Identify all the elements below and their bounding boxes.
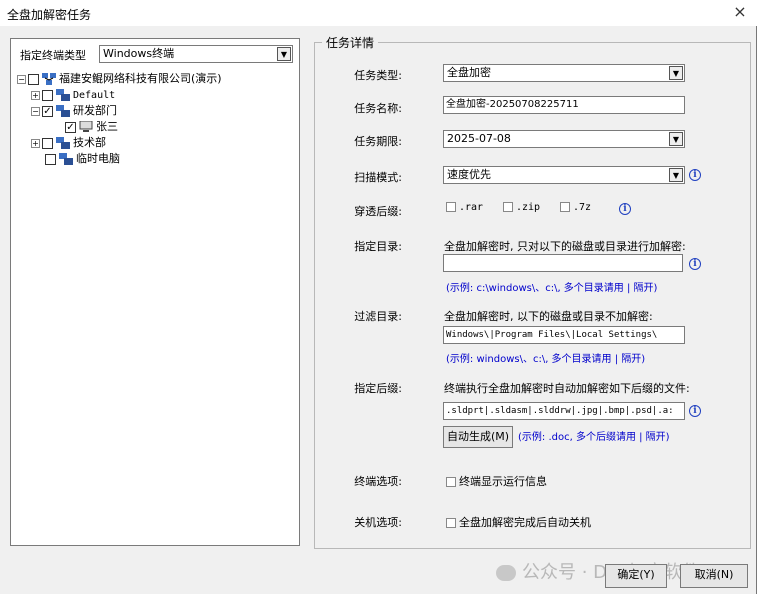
tree-node-default[interactable]: + Default [31,87,115,103]
tree-node-zhangsan[interactable]: ✓ 张三 [65,119,118,135]
task-deadline-picker[interactable]: 2025-07-08 ▼ [443,130,685,148]
info-icon[interactable]: i [689,405,701,417]
cancel-button[interactable]: 取消(N) [680,564,748,588]
dir-hint: (示例: c:\windows\、c:\, 多个目录请用 | 隔开) [446,283,658,294]
task-type-value: 全盘加密 [447,66,491,79]
close-button[interactable]: × [729,3,751,23]
tree-node-temp-pc[interactable]: 临时电脑 [45,151,120,167]
tree-checkbox[interactable] [42,137,53,149]
dialog-window: 全盘加解密任务 × 指定终端类型 Windows终端 ▼ − 福建安鲲网络科技有限… [0,0,757,594]
terminal-tree-panel: 指定终端类型 Windows终端 ▼ − 福建安鲲网络科技有限公司(演示) + De… [10,38,300,546]
dir-description: 全盘加解密时, 只对以下的磁盘或目录进行加解密: [444,240,686,253]
filter-description: 全盘加解密时, 以下的磁盘或目录不加解密: [444,310,653,323]
task-deadline-label: 任务期限: [354,135,402,148]
ext-description: 终端执行全盘加解密时自动加解密如下后缀的文件: [444,382,690,395]
checkbox[interactable] [446,518,456,528]
auto-generate-button[interactable]: 自动生成(M) [443,426,513,448]
collapse-icon[interactable]: − [17,74,26,84]
tree-checkbox[interactable] [45,153,56,165]
archive-zip-option[interactable]: .zip [503,202,540,213]
tree-node-label: 临时电脑 [76,152,120,165]
ok-button[interactable]: 确定(Y) [605,564,667,588]
terminal-option-label: 终端选项: [354,475,402,488]
task-name-label: 任务名称: [354,102,402,115]
chevron-down-icon: ▼ [277,47,291,61]
tree-node-label: 张三 [96,120,118,133]
tree-node-rd-dept[interactable]: − ✓ 研发部门 [31,103,117,119]
archive-rar-option[interactable]: .rar [446,202,483,213]
task-name-input[interactable]: 全盘加密-20250708225711 [443,96,685,114]
terminal-type-value: Windows终端 [103,47,175,60]
checkbox[interactable] [503,202,513,212]
terminal-type-label: 指定终端类型 [20,49,86,62]
group-icon [56,105,70,117]
task-type-label: 任务类型: [354,69,402,82]
dir-input[interactable] [443,254,683,272]
shutdown-option-label: 关机选项: [354,516,402,529]
tree-node-label: 福建安鲲网络科技有限公司(演示) [59,72,222,85]
task-details-title: 任务详情 [322,34,379,51]
watermark: 公众号 · DLP加密软件 [496,558,700,584]
tree-node-company[interactable]: − 福建安鲲网络科技有限公司(演示) [17,71,222,87]
tree-checkbox[interactable]: ✓ [65,121,76,133]
title-bar: 全盘加解密任务 × [0,0,757,26]
network-org-icon [42,73,56,85]
info-icon[interactable]: i [689,258,701,270]
ext-input[interactable]: .sldprt|.sldasm|.slddrw|.jpg|.bmp|.psd|.… [443,402,685,420]
chevron-down-icon: ▼ [669,66,683,80]
terminal-type-select[interactable]: Windows终端 ▼ [99,45,293,63]
tree-node-label: Default [73,90,116,101]
chevron-down-icon: ▼ [669,132,683,146]
tree-checkbox[interactable]: ✓ [42,105,53,117]
ext-label: 指定后缀: [354,382,402,395]
checkbox[interactable] [446,477,456,487]
info-icon[interactable]: i [619,203,631,215]
window-title: 全盘加解密任务 [7,8,92,22]
ext-hint: (示例: .doc, 多个后缀请用 | 隔开) [518,432,670,443]
tree-node-tech-dept[interactable]: + 技术部 [31,135,106,151]
expand-icon[interactable]: + [31,138,40,148]
tree-checkbox[interactable] [42,89,53,101]
chevron-down-icon: ▼ [669,168,683,182]
archive-label: 穿透后缀: [354,205,402,218]
collapse-icon[interactable]: − [31,106,40,116]
group-icon [56,89,70,101]
checkbox[interactable] [446,202,456,212]
wechat-icon [496,565,516,581]
scan-mode-value: 速度优先 [447,168,491,181]
group-icon [59,153,73,165]
task-type-select[interactable]: 全盘加密 ▼ [443,64,685,82]
tree-node-label: 研发部门 [73,104,117,117]
group-icon [56,137,70,149]
expand-icon[interactable]: + [31,90,40,100]
scan-mode-select[interactable]: 速度优先 ▼ [443,166,685,184]
checkbox[interactable] [560,202,570,212]
scan-mode-label: 扫描模式: [354,171,402,184]
dir-label: 指定目录: [354,240,402,253]
task-deadline-value: 2025-07-08 [447,132,511,145]
filter-label: 过滤目录: [354,310,402,323]
filter-input[interactable]: Windows\|Program Files\|Local Settings\ [443,326,685,344]
info-icon[interactable]: i [689,169,701,181]
computer-icon [79,121,93,132]
terminal-option-checkbox[interactable]: 终端显示运行信息 [446,473,547,489]
shutdown-option-checkbox[interactable]: 全盘加解密完成后自动关机 [446,514,591,530]
tree-node-label: 技术部 [73,136,106,149]
filter-hint: (示例: windows\、c:\, 多个目录请用 | 隔开) [446,354,646,365]
archive-7z-option[interactable]: .7z [560,202,591,213]
tree-checkbox[interactable] [28,73,39,85]
